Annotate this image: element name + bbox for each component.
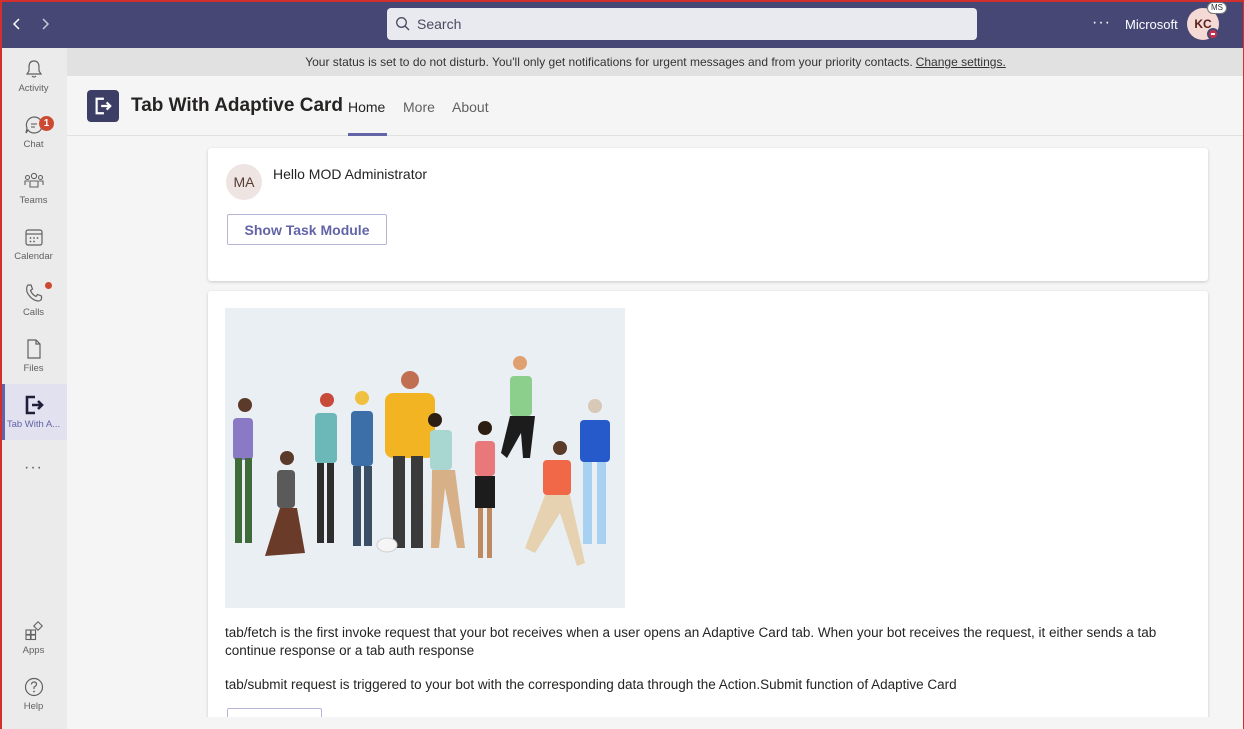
- rail-item-chat[interactable]: Chat 1: [0, 104, 67, 160]
- search-placeholder: Search: [417, 16, 462, 32]
- show-task-module-button[interactable]: Show Task Module: [227, 214, 387, 245]
- rail-label: Tab With A...: [6, 419, 61, 430]
- rail-label: Files: [23, 363, 44, 374]
- left-rail: Activity Chat 1 Teams Calendar Calls Fil…: [0, 48, 67, 729]
- search-icon: [396, 17, 410, 31]
- tab-more[interactable]: More: [403, 99, 435, 115]
- tab-home[interactable]: Home: [348, 99, 385, 115]
- file-icon: [26, 339, 41, 359]
- rail-item-help[interactable]: Help: [0, 666, 67, 722]
- tab-about[interactable]: About: [452, 99, 489, 115]
- dnd-status-icon: [1207, 28, 1219, 40]
- change-settings-link[interactable]: Change settings.: [916, 55, 1006, 69]
- app-exit-icon: [25, 395, 44, 415]
- search-input[interactable]: Search: [387, 8, 977, 40]
- greeting-card: MA Hello MOD Administrator Show Task Mod…: [208, 148, 1208, 281]
- rail-label: Activity: [18, 83, 49, 94]
- greeting-text: Hello MOD Administrator: [273, 166, 428, 182]
- app-header: Tab With Adaptive Card Home More About: [67, 76, 1244, 136]
- rail-item-teams[interactable]: Teams: [0, 160, 67, 216]
- rail-label: Apps: [22, 645, 45, 656]
- back-button[interactable]: [3, 0, 31, 48]
- teams-icon: [23, 172, 44, 188]
- info-card: tab/fetch is the first invoke request th…: [208, 291, 1208, 728]
- rail-item-calendar[interactable]: Calendar: [0, 216, 67, 272]
- apps-icon: [24, 620, 43, 641]
- org-name[interactable]: Microsoft: [1125, 17, 1178, 32]
- people-illustration: [233, 356, 610, 566]
- status-message: Your status is set to do not disturb. Yo…: [305, 55, 913, 69]
- rail-label: Help: [23, 701, 44, 712]
- dnd-status-banner: Your status is set to do not disturb. Yo…: [67, 48, 1244, 76]
- rail-label: Calls: [22, 307, 45, 318]
- bottom-strip: [67, 717, 1244, 729]
- rail-item-apps[interactable]: Apps: [0, 610, 67, 666]
- help-icon: [24, 677, 43, 697]
- tab-fetch-description: tab/fetch is the first invoke request th…: [225, 625, 1157, 658]
- chat-unread-badge: 1: [39, 116, 54, 131]
- tab-submit-description: tab/submit request is triggered to your …: [225, 677, 957, 692]
- more-options-button[interactable]: ···: [1092, 14, 1111, 32]
- rail-item-tab-with-adaptive-card[interactable]: Tab With A...: [0, 384, 67, 440]
- rail-item-files[interactable]: Files: [0, 328, 67, 384]
- rail-label: Calendar: [14, 251, 53, 262]
- app-title: Tab With Adaptive Card: [131, 95, 344, 116]
- forward-button[interactable]: [31, 0, 59, 48]
- rail-label: Teams: [19, 195, 48, 206]
- bell-icon: [25, 60, 42, 78]
- rail-item-activity[interactable]: Activity: [0, 48, 67, 104]
- app-logo: [87, 90, 119, 122]
- avatar: MA: [226, 164, 262, 200]
- hero-illustration: [225, 308, 625, 608]
- active-tab-indicator: [348, 133, 387, 136]
- phone-icon: [25, 284, 42, 302]
- calls-notification-dot: [45, 282, 52, 289]
- app-exit-icon: [95, 97, 112, 115]
- rail-more-apps[interactable]: ···: [0, 440, 67, 496]
- rail-item-calls[interactable]: Calls: [0, 272, 67, 328]
- calendar-icon: [24, 229, 43, 246]
- rail-label: Chat: [23, 139, 44, 150]
- chevron-left-icon: [12, 18, 20, 30]
- org-badge: MS: [1207, 2, 1227, 14]
- chevron-right-icon: [42, 18, 50, 30]
